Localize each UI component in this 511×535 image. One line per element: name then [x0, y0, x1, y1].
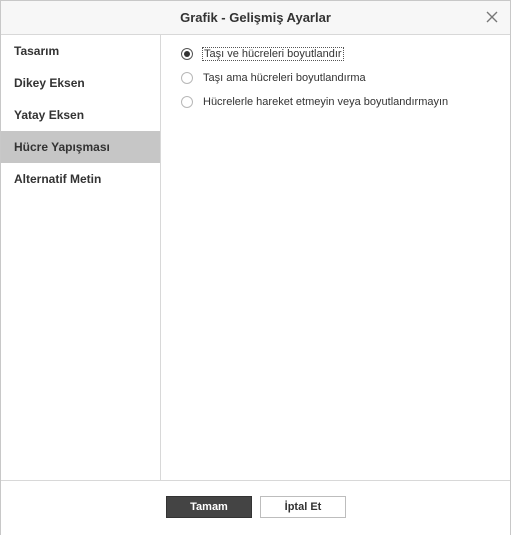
- ok-button[interactable]: Tamam: [166, 496, 252, 518]
- sidebar-item-tasarim[interactable]: Tasarım: [1, 35, 160, 67]
- option-label: Taşı ama hücreleri boyutlandırma: [203, 72, 366, 84]
- advanced-settings-dialog: Grafik - Gelişmiş Ayarlar Tasarım Dikey …: [0, 0, 511, 535]
- radio-button[interactable]: [181, 96, 193, 108]
- radio-button[interactable]: [181, 72, 193, 84]
- option-move-no-size[interactable]: Taşı ama hücreleri boyutlandırma: [181, 70, 366, 86]
- settings-sidebar: Tasarım Dikey Eksen Yatay Eksen Hücre Ya…: [1, 35, 161, 480]
- dialog-footer: Tamam İptal Et: [1, 480, 510, 535]
- sidebar-item-yatay-eksen[interactable]: Yatay Eksen: [1, 99, 160, 131]
- close-icon[interactable]: [484, 9, 500, 25]
- cancel-button[interactable]: İptal Et: [260, 496, 346, 518]
- option-label: Hücrelerle hareket etmeyin veya boyutlan…: [203, 96, 449, 108]
- sidebar-item-dikey-eksen[interactable]: Dikey Eksen: [1, 67, 160, 99]
- sidebar-item-hucre-yapismasi[interactable]: Hücre Yapışması: [1, 131, 160, 163]
- dialog-title: Grafik - Gelişmiş Ayarlar: [180, 10, 331, 25]
- cell-snapping-panel: Taşı ve hücreleri boyutlandır Taşı ama h…: [161, 35, 510, 480]
- option-label: Taşı ve hücreleri boyutlandır: [202, 47, 344, 61]
- option-dont-move-or-size[interactable]: Hücrelerle hareket etmeyin veya boyutlan…: [181, 94, 448, 110]
- sidebar-item-alternatif-metin[interactable]: Alternatif Metin: [1, 163, 160, 195]
- radio-button-checked[interactable]: [181, 48, 193, 60]
- option-move-and-size[interactable]: Taşı ve hücreleri boyutlandır: [181, 46, 344, 62]
- dialog-titlebar: Grafik - Gelişmiş Ayarlar: [1, 1, 510, 35]
